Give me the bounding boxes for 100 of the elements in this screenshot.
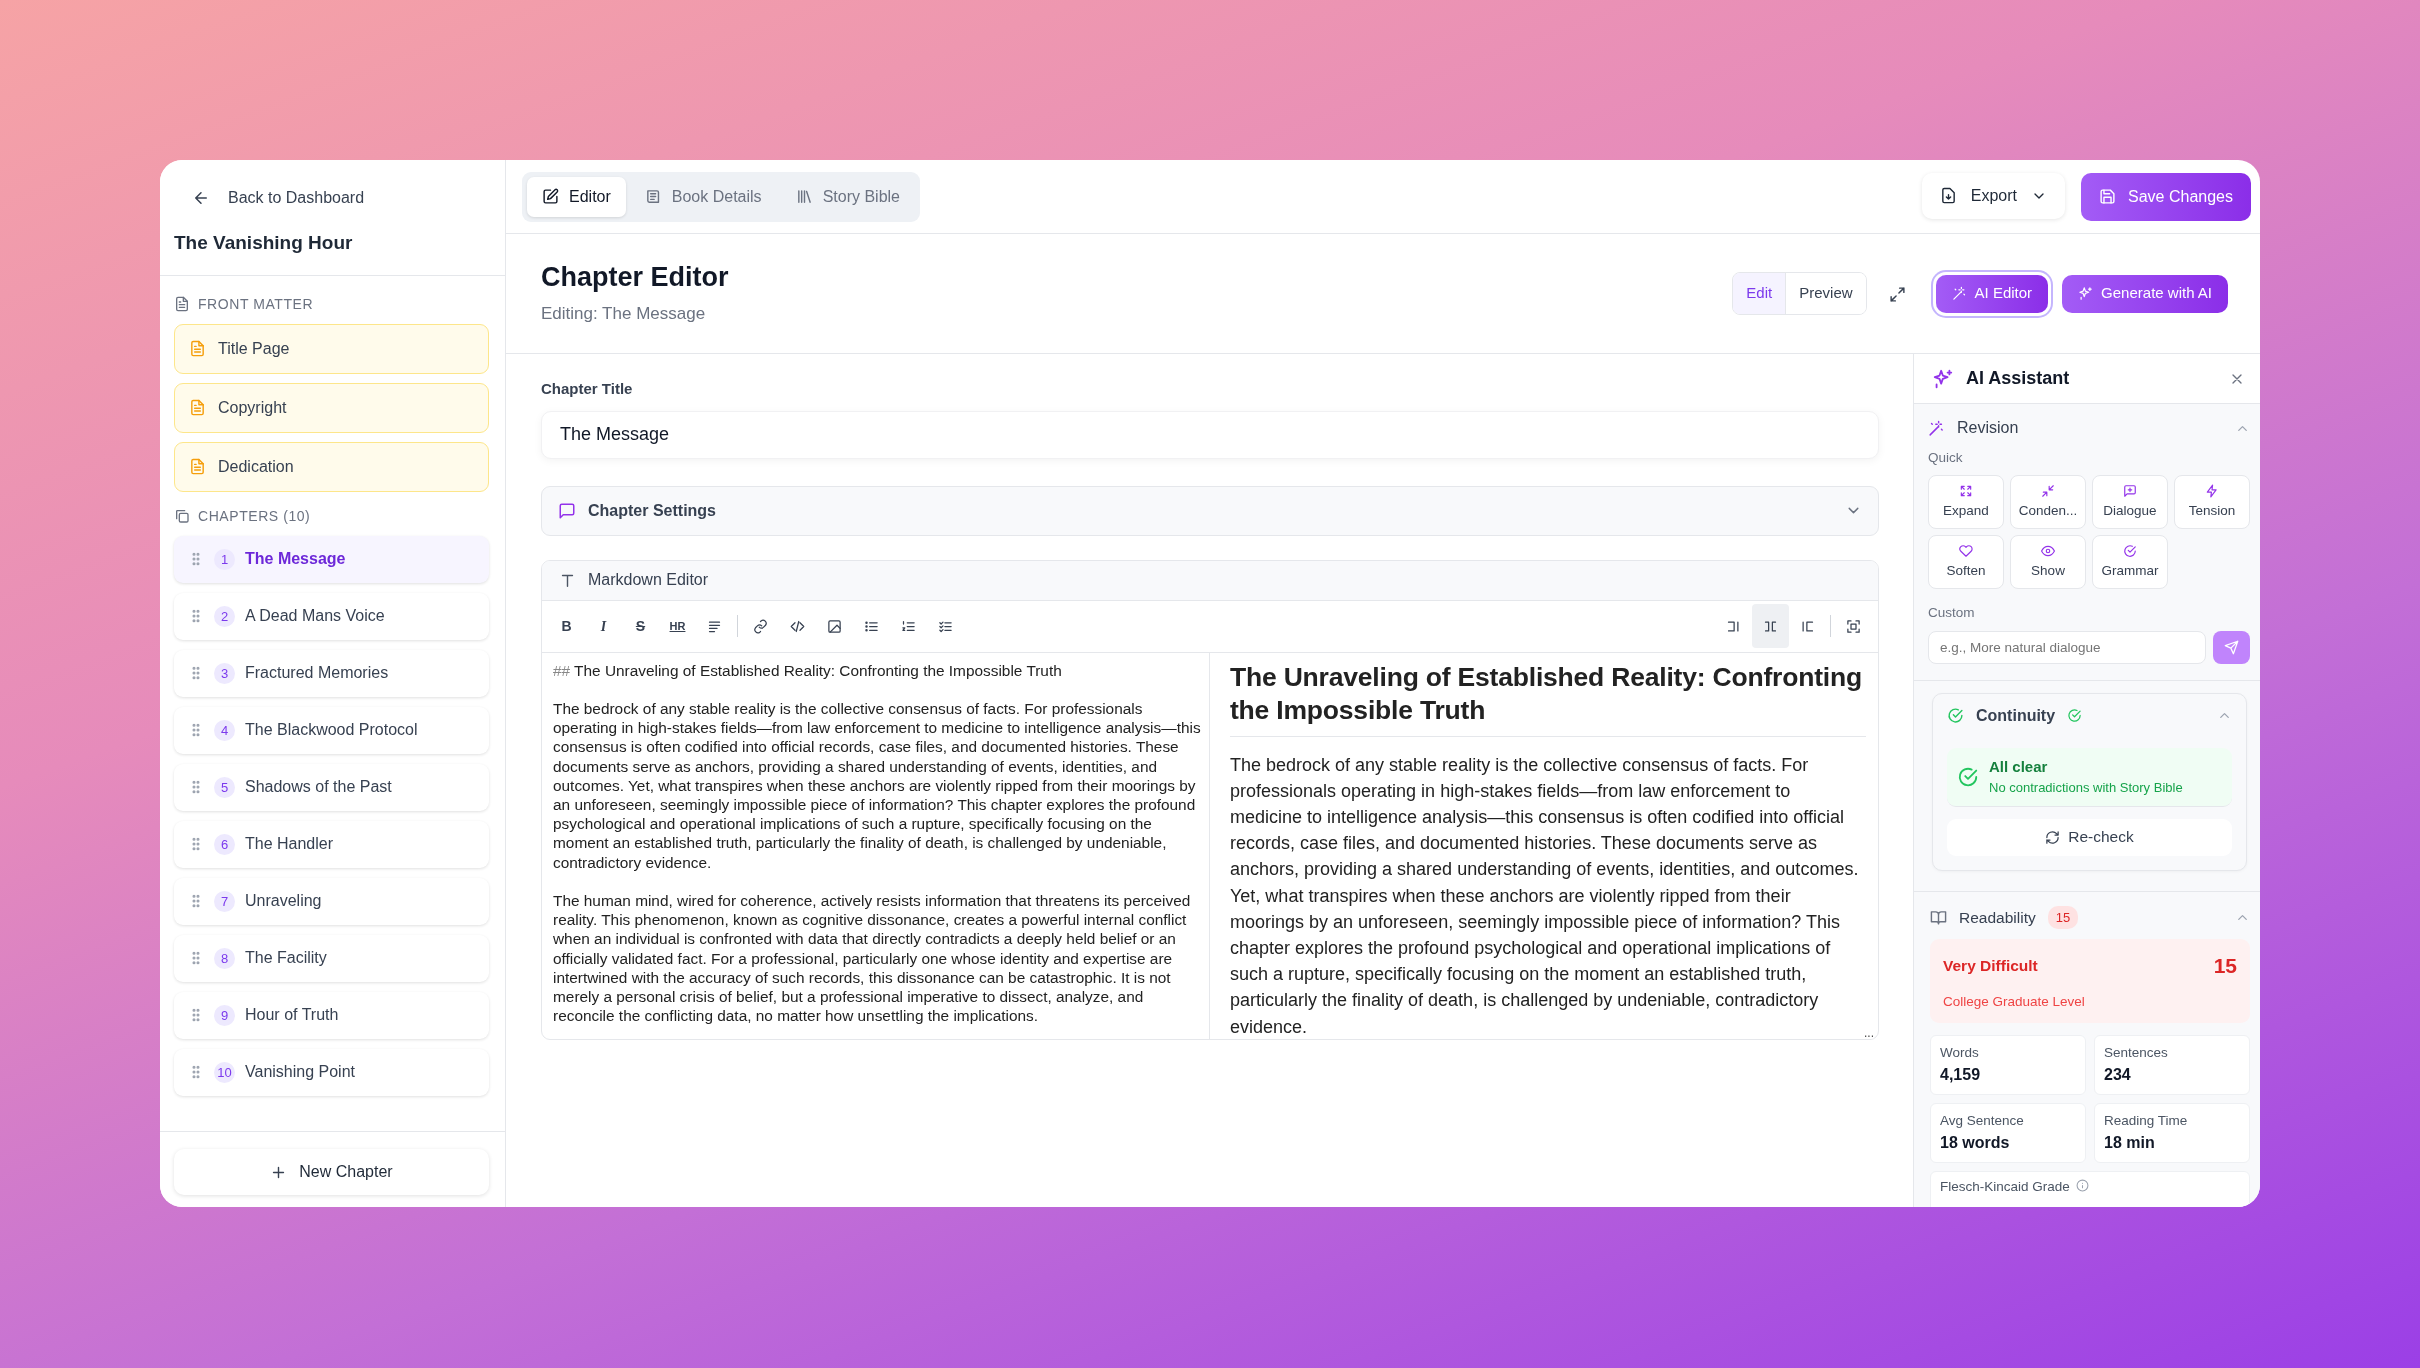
save-icon <box>2099 188 2117 205</box>
new-chapter-button[interactable]: New Chapter <box>174 1149 489 1195</box>
chapter-number: 5 <box>214 776 235 798</box>
chapter-number: 8 <box>214 947 235 969</box>
shrink-arrows-icon <box>2041 483 2055 498</box>
fullscreen-icon <box>1846 618 1861 634</box>
format-button[interactable]: HR <box>659 604 696 648</box>
sparkle-icon <box>2078 286 2094 301</box>
quick-action-button[interactable]: Expand <box>1928 475 2004 530</box>
check-circle-icon <box>2067 708 2083 723</box>
quick-action-button[interactable]: Soften <box>1928 535 2004 590</box>
chapter-number: 2 <box>214 605 235 627</box>
stat-label: Avg Sentence <box>1940 1112 2025 1130</box>
lightning-icon <box>2205 483 2219 498</box>
back-arrow-icon <box>192 189 210 207</box>
chapter-item[interactable]: 10 Vanishing Point <box>174 1048 489 1096</box>
pencil-icon <box>542 188 559 205</box>
preview-heading: The Unraveling of Established Reality: Confronting the Impossible Truth <box>1230 660 1866 737</box>
chapter-item[interactable]: 1 The Message <box>174 535 489 583</box>
quick-action-button[interactable]: Tension <box>2174 475 2250 530</box>
check-circle-icon <box>2123 543 2137 558</box>
chapter-number: 4 <box>214 719 235 741</box>
chapter-item[interactable]: 2 A Dead Mans Voice <box>174 592 489 640</box>
section-heading: FRONT MATTER <box>198 294 314 314</box>
image-glyph-icon <box>827 618 842 634</box>
custom-prompt-field[interactable]: e.g., More natural dialogue <box>1928 630 2206 664</box>
editor-label: Markdown Editor <box>588 570 709 590</box>
chapter-item[interactable]: 6 The Handler <box>174 820 489 868</box>
bullet-list-glyph-icon <box>864 618 879 634</box>
difficulty-level: Very Difficult <box>1943 956 2038 977</box>
format-button[interactable]: B <box>548 604 585 648</box>
generate-button[interactable]: Generate with AI <box>2062 274 2228 313</box>
stat-label: Sentences <box>2104 1043 2169 1062</box>
field-label: Chapter Title <box>541 379 634 399</box>
revision-header[interactable]: Revision <box>1928 416 2250 440</box>
format-button[interactable]: I <box>585 604 622 648</box>
readability-header[interactable]: Readability 15 <box>1930 905 2250 929</box>
chapter-settings-toggle[interactable]: Chapter Settings <box>541 485 1879 536</box>
send-button[interactable] <box>2213 630 2250 664</box>
quick-action-button[interactable]: Dialogue <box>2092 475 2168 530</box>
status-title: All clear <box>1989 756 2049 777</box>
chapter-item[interactable]: 4 The Blackwood Protocol <box>174 706 489 754</box>
heart-icon <box>1959 543 1973 558</box>
layout-button[interactable] <box>1752 604 1789 648</box>
expand-arrows-icon <box>1959 483 1973 498</box>
document-icon <box>174 296 190 313</box>
quick-action-button[interactable]: Conden... <box>2010 475 2086 530</box>
check-circle-icon <box>1957 765 1979 788</box>
front-matter-item[interactable]: Dedication <box>174 441 489 492</box>
chapter-title-field[interactable]: The Message <box>541 410 1879 459</box>
stat-label: Reading Time <box>2104 1112 2189 1130</box>
numbered-list-glyph-icon <box>901 618 916 634</box>
front-matter-item[interactable]: Title Page <box>174 323 489 374</box>
back-link[interactable]: Back to Dashboard <box>160 160 505 210</box>
chapter-number: 9 <box>214 1004 235 1026</box>
chapter-number: 6 <box>214 833 235 855</box>
check-circle-icon <box>1947 707 1964 724</box>
document-icon <box>189 340 206 358</box>
recheck-button[interactable]: Re-check <box>1947 818 2232 856</box>
export-button[interactable]: Export <box>1921 172 2066 219</box>
stat-value: 234 <box>2104 1065 2132 1085</box>
stat-value: 18 words <box>1940 1133 2011 1154</box>
page-subtitle: Editing: The Message <box>541 302 707 325</box>
expand-arrows-drawing <box>1888 285 1906 303</box>
chapter-item[interactable]: 9 Hour of Truth <box>174 991 489 1039</box>
score-badge: 15 <box>2047 905 2079 929</box>
grade-text: College Graduate Level <box>1943 992 2086 1011</box>
view-toggle[interactable]: Edit <box>1733 273 1787 314</box>
difficulty-score: 15 <box>2213 953 2237 979</box>
chapter-item[interactable]: 7 Unraveling <box>174 877 489 925</box>
continuity-header[interactable]: Continuity <box>1947 703 2232 728</box>
library-icon <box>795 188 813 205</box>
info-icon <box>2075 1179 2089 1193</box>
chapter-number: 3 <box>214 662 235 684</box>
refresh-icon <box>2045 829 2061 845</box>
markdown-paragraph: The human mind, wired for coherence, actively resists information that threatens its perceived reality. This phenomenon, known as cognitive dissonance, creates a powerful internal conflict when an individual is confronted with data that directly contradicts a deeply held belief or an officially validated fact. For a professional, particularly one whose identity and expertise are intertwined with the accuracy of such records, this dissonance can be catastrophic. It is not merely a personal crisis of belief, but a professional imperative to dissect, analyze, and reconcile the conflicting data, no matter how unsettling the implications. <box>553 890 1192 1026</box>
group-label: Custom <box>1928 604 1976 623</box>
link-glyph-icon <box>753 618 768 634</box>
document-icon <box>189 458 206 476</box>
copy-icon <box>174 508 190 525</box>
tab[interactable]: Story Bible <box>780 176 915 217</box>
format-button[interactable]: S <box>622 604 659 648</box>
chapter-item[interactable]: 3 Fractured Memories <box>174 649 489 697</box>
tab[interactable]: Editor <box>527 176 626 217</box>
magic-wand-icon <box>1928 419 1945 437</box>
quick-action-button[interactable]: Grammar <box>2092 535 2168 590</box>
quick-action-button[interactable]: Show <box>2010 535 2086 590</box>
save-button[interactable]: Save Changes <box>2081 172 2251 221</box>
stat-value: 18 min <box>2104 1133 2156 1154</box>
tab[interactable]: Book Details <box>629 176 777 217</box>
markdown-paragraph: The bedrock of any stable reality is the collective consensus of facts. For professionals operating in high-stakes fields—from law enforcement to medicine to intelligence analysis—this consensus is often codified into official records, case files, and documented histories. These documents serve as anchors, providing a shared understanding of events, identities, and outcomes. Yet, what transpires when these anchors are violently ripped from their moorings by an unforeseen, seemingly impossible piece of information? This chapter explores the profound psychological and operational implications of such a rupture, specifically focusing on the moment an established truth, particularly the finality of death, is challenged by undeniable, contradictory evidence. <box>553 698 1201 872</box>
chapter-item[interactable]: 8 The Facility <box>174 934 489 982</box>
chapter-item[interactable]: 5 Shadows of the Past <box>174 763 489 811</box>
section-heading: CHAPTERS (10) <box>198 506 311 526</box>
chapter-number: 10 <box>214 1061 235 1083</box>
status-text: No contradictions with Story Bible <box>1989 779 2183 797</box>
front-matter-item[interactable]: Copyright <box>174 382 489 433</box>
preview-paragraph: The bedrock of any stable reality is the collective consensus of facts. For professionals operating in high-stakes fields—from law enforcement to medicine to intelligence analysis—this consensus is often codified into official records, case files, and documented histories. These documents serve as anchors, providing a shared understanding of events, identities, and outcomes. Yet, what transpires when these anchors are violently ripped from their moorings by an unforeseen, seemingly impossible piece of information? This chapter explores the profound psychological and operational implications of such a rupture, specifically focusing on the moment an established truth, particularly the finality of death, is challenged by undeniable, contradictory evidence. <box>1230 753 1860 1039</box>
notebook-icon <box>644 188 662 205</box>
sparkle-icon <box>1932 367 1954 390</box>
